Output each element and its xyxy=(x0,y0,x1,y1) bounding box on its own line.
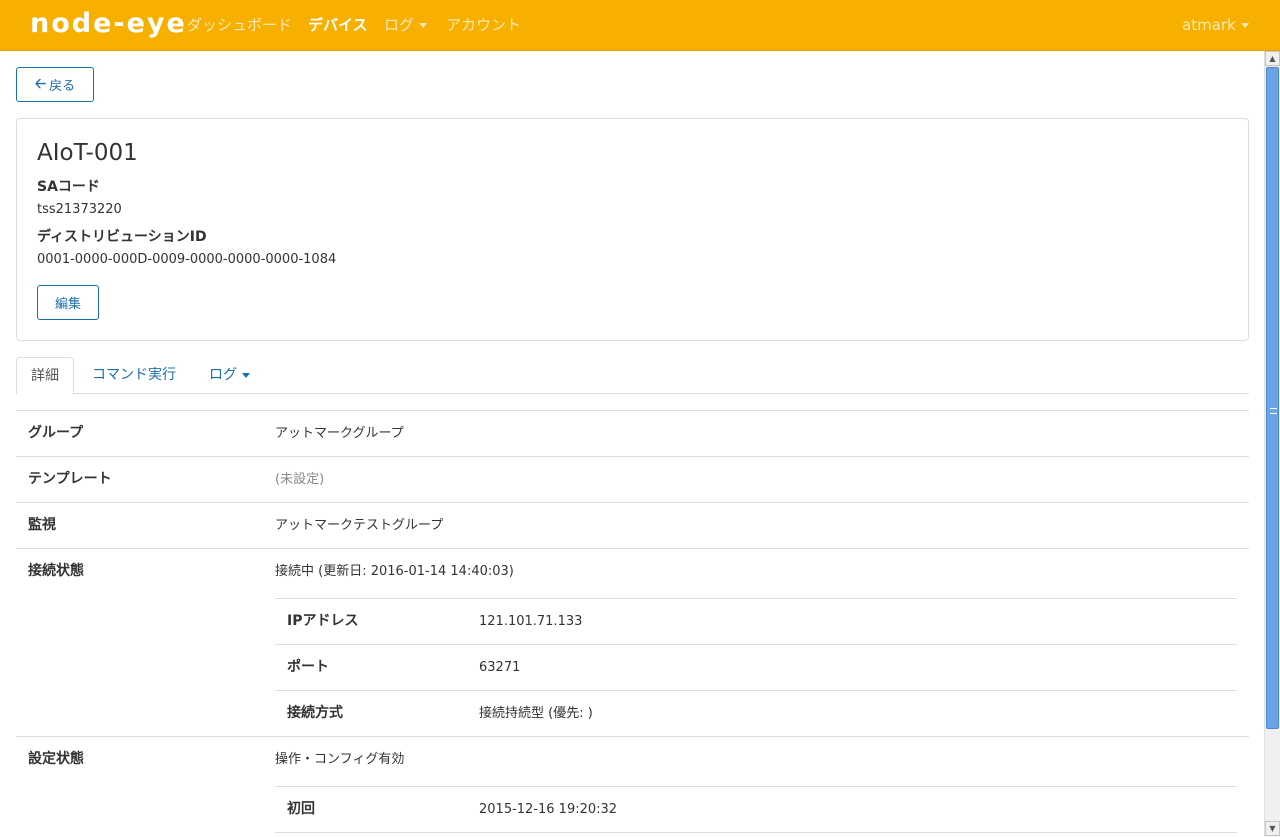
tab-command[interactable]: コマンド実行 xyxy=(78,357,190,394)
group-label: グループ xyxy=(28,425,84,441)
back-button-label: 戻る xyxy=(49,79,76,94)
divider xyxy=(16,456,1249,457)
navbar: node-eye ダッシュボード デバイス ログ アカウント atmark xyxy=(0,0,1280,51)
nav-devices[interactable]: デバイス xyxy=(308,16,368,34)
divider xyxy=(16,502,1249,503)
tab-details[interactable]: 詳細 xyxy=(16,357,74,395)
edit-button[interactable]: 編集 xyxy=(37,285,99,320)
scroll-up-icon[interactable]: ▲ xyxy=(1265,51,1280,66)
scrollbar-thumb[interactable] xyxy=(1266,67,1279,729)
monitor-value: アットマークテストグループ xyxy=(275,518,444,533)
chevron-down-icon xyxy=(419,23,428,28)
back-button[interactable]: 🡠 戻る xyxy=(16,67,94,102)
connection-method-label: 接続方式 xyxy=(287,705,343,721)
connection-label: 接続状態 xyxy=(28,563,84,579)
divider xyxy=(275,644,1237,645)
divider xyxy=(275,832,1237,833)
connection-value: 接続中 (更新日: 2016-01-14 14:40:03) xyxy=(275,564,514,579)
ip-address-value: 121.101.71.133 xyxy=(479,614,583,629)
device-name: AIoT-001 xyxy=(37,140,138,166)
vertical-scrollbar[interactable]: ▲ ▼ xyxy=(1264,51,1280,837)
port-label: ポート xyxy=(287,659,329,675)
tab-bar: 詳細 コマンド実行 ログ xyxy=(16,357,1249,395)
ip-address-label: IPアドレス xyxy=(287,613,359,629)
divider xyxy=(275,690,1237,691)
nav-log-dropdown[interactable]: ログ xyxy=(384,16,428,34)
distribution-id-label: ディストリビューションID xyxy=(37,229,207,245)
monitor-label: 監視 xyxy=(28,517,56,533)
distribution-id-value: 0001-0000-000D-0009-0000-0000-0000-1084 xyxy=(37,252,337,267)
tab-log-label: ログ xyxy=(209,367,237,383)
chevron-down-icon xyxy=(1240,23,1249,28)
config-label: 設定状態 xyxy=(28,751,84,767)
device-panel: AIoT-001 SAコード tss21373220 ディストリビューションID… xyxy=(16,118,1249,341)
divider xyxy=(16,548,1249,549)
brand-logo[interactable]: node-eye xyxy=(30,8,187,40)
first-time-label: 初回 xyxy=(287,801,315,817)
grip-icon xyxy=(1270,408,1277,414)
arrow-left-icon: 🡠 xyxy=(34,75,47,92)
nav-account[interactable]: アカウント xyxy=(446,16,521,34)
connection-method-value: 接続持続型 (優先: ) xyxy=(479,706,593,721)
port-value: 63271 xyxy=(479,660,521,675)
template-value: (未設定) xyxy=(275,472,325,487)
tab-log-dropdown[interactable]: ログ xyxy=(195,357,264,394)
nav-log-label: ログ xyxy=(384,16,415,34)
chevron-down-icon xyxy=(242,372,250,378)
user-name: atmark xyxy=(1182,16,1236,34)
scroll-down-icon[interactable]: ▼ xyxy=(1265,821,1280,836)
sa-code-label: SAコード xyxy=(37,179,100,195)
nav-dashboard[interactable]: ダッシュボード xyxy=(187,16,292,34)
group-value: アットマークグループ xyxy=(275,426,404,441)
user-menu[interactable]: atmark xyxy=(1182,16,1249,34)
sa-code-value: tss21373220 xyxy=(37,202,122,217)
template-label: テンプレート xyxy=(28,471,112,487)
divider xyxy=(275,786,1237,787)
divider xyxy=(275,598,1237,599)
divider xyxy=(16,410,1249,411)
config-value: 操作・コンフィグ有効 xyxy=(275,752,405,767)
divider xyxy=(16,736,1249,737)
first-time-value: 2015-12-16 19:20:32 xyxy=(479,802,618,817)
